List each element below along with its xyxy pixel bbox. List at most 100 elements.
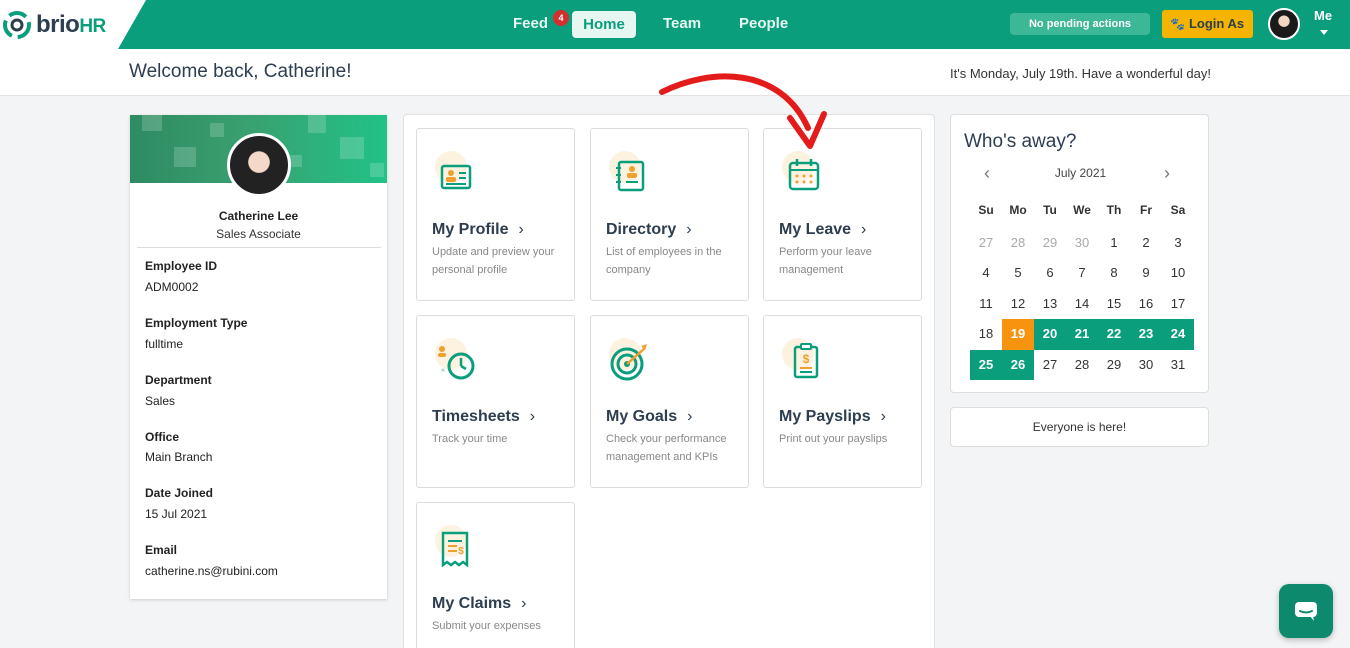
nav-team[interactable]: Team [663, 15, 701, 32]
annotation-arrow-icon [659, 73, 827, 149]
svg-text:$: $ [803, 352, 810, 366]
calendar-day[interactable]: 31 [1162, 350, 1194, 381]
calendar-day[interactable]: 29 [1034, 228, 1066, 259]
chevron-right-icon[interactable]: › [1164, 163, 1170, 184]
svg-text:$: $ [458, 546, 464, 557]
weekday-header: Su Mo Tu We Th Fr Sa [970, 197, 1194, 228]
calendar-day[interactable]: 19 [1002, 319, 1034, 350]
calendar-day[interactable]: 6 [1034, 258, 1066, 289]
calendar-day[interactable]: 15 [1098, 289, 1130, 320]
field-value-email: catherine.ns@rubini.com [145, 564, 278, 578]
whos-away-calendar: Who's away? ‹ July 2021 › Su Mo Tu We Th Fr Sa… [950, 114, 1209, 393]
calendar-day[interactable]: 29 [1098, 350, 1130, 381]
target-icon [609, 338, 647, 381]
calendar-day[interactable]: 24 [1162, 319, 1194, 350]
calendar-grid: Su Mo Tu We Th Fr Sa 27 28 29 30 1 2 3 4 5 6 7 8 9 10 11 12 13 1… [970, 197, 1194, 380]
calendar-month: July 2021 [1054, 166, 1107, 180]
tile-description: Print out your payslips [779, 433, 888, 445]
date-message: It's Monday, July 19th. Have a wonderful… [950, 66, 1211, 81]
profile-name: Catherine Lee [218, 209, 299, 223]
logo-area[interactable]: brioHR [0, 0, 146, 49]
calendar-day[interactable]: 27 [970, 228, 1002, 259]
calendar-day[interactable]: 13 [1034, 289, 1066, 320]
chevron-down-icon[interactable] [1320, 30, 1328, 35]
weekday-label: Th [1106, 203, 1122, 217]
tile-title: Directory › [606, 221, 692, 238]
tile-title: My Payslips › [779, 408, 886, 425]
tile-title: My Claims › [432, 595, 527, 612]
tile-description: Perform your leave management [779, 246, 872, 276]
receipt-icon: $ [435, 525, 469, 568]
everyone-here-notice: Everyone is here! [950, 407, 1209, 447]
chevron-right-icon: › [687, 408, 693, 425]
profile-photo [227, 133, 291, 197]
calendar-day[interactable]: 21 [1066, 319, 1098, 350]
clock-icon [435, 338, 475, 380]
calendar-day[interactable]: 12 [1002, 289, 1034, 320]
weekday-label: Tu [1043, 203, 1057, 217]
calendar-day[interactable]: 18 [970, 319, 1002, 350]
top-navbar: brioHR Feed 4 Home Team People No pendin… [0, 0, 1350, 49]
calendar-day[interactable]: 2 [1130, 228, 1162, 259]
field-value-employment-type: fulltime [145, 337, 184, 351]
field-value-employee-id: ADM0002 [145, 280, 199, 294]
profile-role: Sales Associate [216, 227, 301, 241]
calendar-day[interactable]: 20 [1034, 319, 1066, 350]
chevron-right-icon: › [861, 221, 867, 238]
calendar-day[interactable]: 8 [1098, 258, 1130, 289]
chat-button[interactable] [1279, 584, 1333, 638]
tile-description: Check your performance management and KP… [606, 433, 727, 463]
directory-book-icon [609, 151, 645, 192]
chevron-right-icon: › [880, 408, 886, 425]
pending-actions-button[interactable]: No pending actions [1010, 13, 1150, 35]
calendar-day[interactable]: 25 [970, 349, 1002, 380]
tile-description: Update and preview your personal profile [432, 246, 555, 276]
nav-home[interactable]: Home [572, 11, 636, 38]
calendar-day[interactable]: 14 [1066, 289, 1098, 320]
weekday-label: Fr [1140, 203, 1152, 217]
calendar-day[interactable]: 22 [1098, 319, 1130, 350]
calendar-day[interactable]: 10 [1162, 258, 1194, 289]
nav-feed[interactable]: Feed [513, 15, 548, 32]
tile-my-claims[interactable]: $ My Claims › Submit your expenses [416, 502, 575, 648]
calendar-week: 11 12 13 14 15 16 17 [970, 289, 1194, 320]
tile-my-profile[interactable]: My Profile › Update and preview your pers… [416, 128, 575, 301]
me-menu-label[interactable]: Me [1314, 8, 1332, 23]
calendar-day[interactable]: 30 [1066, 228, 1098, 259]
calendar-day[interactable]: 28 [1066, 350, 1098, 381]
nav-people[interactable]: People [739, 15, 788, 32]
calendar-day[interactable]: 5 [1002, 258, 1034, 289]
calendar-day[interactable]: 3 [1162, 228, 1194, 259]
tile-description: Track your time [432, 433, 508, 445]
divider [137, 247, 381, 248]
calendar-day[interactable]: 26 [1002, 349, 1034, 380]
tile-title: Timesheets › [432, 408, 536, 425]
tile-description: Submit your expenses [432, 620, 541, 632]
login-as-label: Login As [1188, 16, 1245, 31]
calendar-day[interactable]: 9 [1130, 258, 1162, 289]
field-label-office: Office [145, 430, 180, 444]
calendar-day[interactable]: 30 [1130, 350, 1162, 381]
welcome-title: Welcome back, Catherine! [129, 61, 352, 82]
profile-card: Catherine Lee Sales Associate Employee I… [130, 115, 387, 599]
user-avatar[interactable] [1268, 8, 1300, 40]
calendar-week: 25 26 27 28 29 30 31 [970, 349, 1194, 381]
tile-timesheets[interactable]: Timesheets › Track your time [416, 315, 575, 488]
calendar-day[interactable]: 11 [970, 289, 1002, 320]
payslip-icon: $ [782, 338, 819, 379]
calendar-day[interactable]: 16 [1130, 289, 1162, 320]
tile-my-goals[interactable]: My Goals › Check your performance managem… [590, 315, 749, 488]
chevron-right-icon: › [521, 595, 527, 612]
calendar-day[interactable]: 7 [1066, 258, 1098, 289]
calendar-day[interactable]: 4 [970, 258, 1002, 289]
login-as-button[interactable]: 🐾 Login As [1162, 10, 1253, 38]
weekday-label: Sa [1170, 203, 1186, 217]
calendar-day[interactable]: 17 [1162, 289, 1194, 320]
tile-my-payslips[interactable]: $ My Payslips › Print out your payslips [763, 315, 922, 488]
calendar-day[interactable]: 27 [1034, 350, 1066, 381]
calendar-day[interactable]: 28 [1002, 228, 1034, 259]
profile-card-icon [435, 151, 472, 190]
calendar-day[interactable]: 1 [1098, 228, 1130, 259]
calendar-day[interactable]: 23 [1130, 319, 1162, 350]
field-value-office: Main Branch [145, 450, 213, 464]
